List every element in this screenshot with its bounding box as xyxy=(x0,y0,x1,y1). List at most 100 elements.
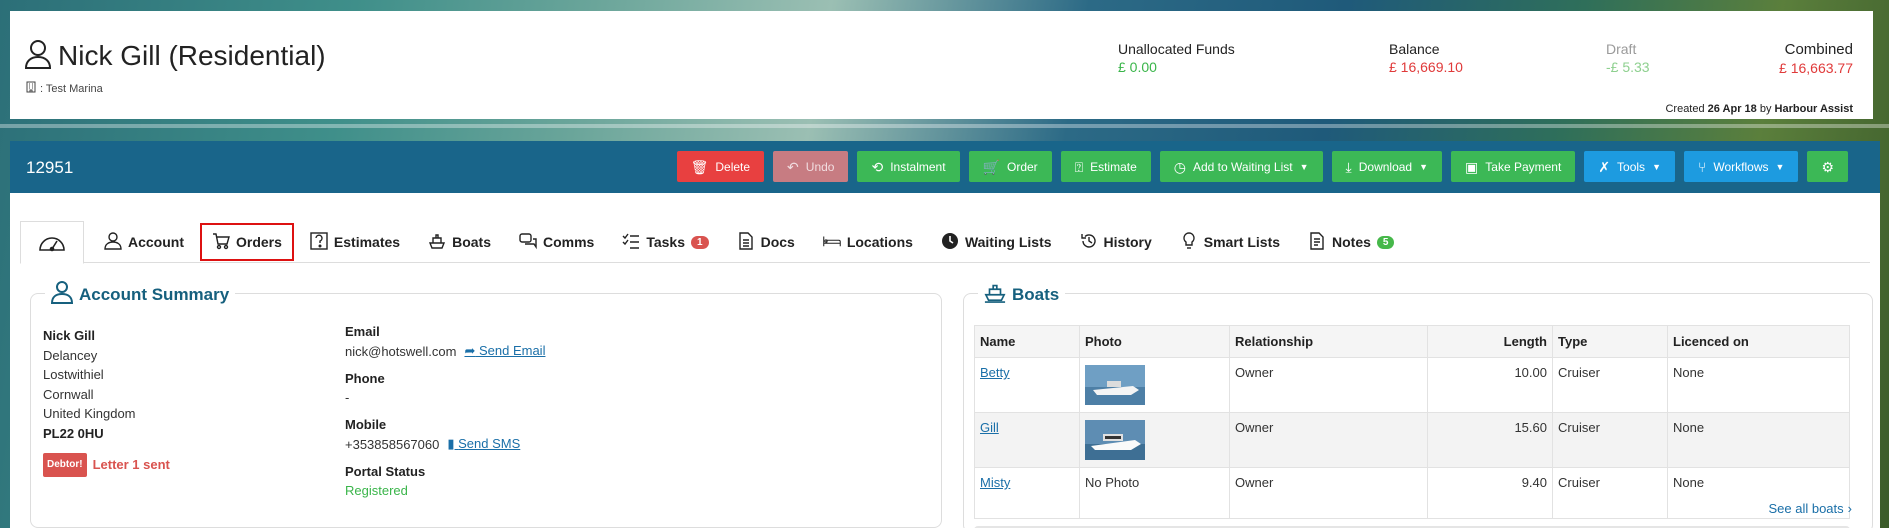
workflow-icon: ⑂ xyxy=(1697,158,1707,175)
document-icon xyxy=(737,231,755,253)
tools-button[interactable]: ✗ Tools ▼ xyxy=(1584,151,1675,182)
tab-notes[interactable]: Notes 5 xyxy=(1294,221,1408,263)
address-line: Delancey xyxy=(43,347,98,363)
workflows-label: Workflows xyxy=(1713,159,1769,174)
instalment-button[interactable]: ⟲ Instalment xyxy=(857,151,960,182)
boat-name-link[interactable]: Gill xyxy=(980,420,999,435)
tab-dashboard[interactable] xyxy=(20,221,84,264)
checklist-icon xyxy=(622,232,640,253)
tab-tasks[interactable]: Tasks 1 xyxy=(608,221,722,263)
marina-name: : Test Marina xyxy=(40,82,103,95)
cart-icon: 🛒 xyxy=(982,158,1000,175)
debtor-badge: Debtor! xyxy=(43,453,87,477)
created-info: Created 26 Apr 18 by Harbour Assist xyxy=(1665,103,1853,115)
settings-button[interactable]: ⚙ xyxy=(1807,151,1848,182)
mobile-phone-icon: ▮ xyxy=(447,436,455,451)
tab-docs[interactable]: Docs xyxy=(723,221,809,263)
boat-photo[interactable] xyxy=(1085,420,1145,460)
question-box-icon xyxy=(310,231,328,253)
created-by-prefix: by xyxy=(1759,103,1772,115)
wrench-icon: ✗ xyxy=(1598,158,1611,175)
boat-name-link[interactable]: Misty xyxy=(980,475,1010,490)
delete-label: Delete xyxy=(715,159,751,174)
tab-locations[interactable]: Locations xyxy=(809,221,927,263)
boat-photo[interactable] xyxy=(1085,365,1145,405)
balance-label: Balance xyxy=(1389,41,1440,57)
user-icon xyxy=(24,39,52,72)
question-box-icon: ⍰ xyxy=(1074,158,1084,175)
boats-title: Boats xyxy=(978,280,1066,309)
tab-account[interactable]: Account xyxy=(90,221,198,263)
address-line: United Kingdom xyxy=(43,406,136,421)
type-cell: Cruiser xyxy=(1552,412,1668,468)
tab-boats[interactable]: Boats xyxy=(414,221,505,263)
customer-name: Nick Gill (Residential) xyxy=(58,39,326,71)
relationship-cell: Owner xyxy=(1229,467,1428,519)
table-row: Gill Owner 15.60 Cruiser None xyxy=(974,412,1850,468)
building-icon xyxy=(26,81,36,96)
share-arrow-icon: ➦ xyxy=(464,343,476,358)
boat-photo-cell xyxy=(1079,412,1230,468)
column-header[interactable]: Type xyxy=(1552,325,1668,358)
relationship-cell: Owner xyxy=(1229,357,1428,413)
add-to-waiting-list-button[interactable]: ◷ Add to Waiting List ▼ xyxy=(1159,151,1323,182)
created-prefix: Created xyxy=(1665,103,1705,115)
debtor-status-row: Debtor! Letter 1 sent xyxy=(43,453,170,477)
draft: Draft -£ 5.33 xyxy=(1606,41,1650,75)
tab-estimates[interactable]: Estimates xyxy=(296,221,414,263)
undo-button[interactable]: ↶ Undo xyxy=(773,151,849,182)
phone-label: Phone xyxy=(345,371,385,386)
email-label: Email xyxy=(345,324,380,339)
take-payment-button[interactable]: ▣ Take Payment xyxy=(1451,151,1576,182)
main-panel: Account Orders Estimates Boats Comms Tas… xyxy=(10,193,1880,528)
mobile-row: +353858567060 ▮ Send SMS xyxy=(345,436,545,452)
tab-bar: Account Orders Estimates Boats Comms Tas… xyxy=(20,221,1870,264)
column-header[interactable]: Length xyxy=(1427,325,1553,358)
send-sms-link[interactable]: ▮ Send SMS xyxy=(447,436,520,452)
tab-label: Notes xyxy=(1332,234,1371,250)
column-header[interactable]: Relationship xyxy=(1229,325,1428,358)
table-header-row: Name Photo Relationship Length Type Lice… xyxy=(974,325,1850,358)
order-button[interactable]: 🛒 Order xyxy=(968,151,1052,182)
notes-icon xyxy=(1308,231,1326,253)
tab-label: Smart Lists xyxy=(1203,234,1281,250)
mobile-value: +353858567060 xyxy=(345,436,440,452)
email-row: nick@hotswell.com ➦ Send Email xyxy=(345,343,545,359)
undo-label: Undo xyxy=(805,159,835,174)
column-header[interactable]: Licenced on xyxy=(1667,325,1850,358)
customer-title: Nick Gill (Residential) xyxy=(24,39,326,72)
clock-icon: ◷ xyxy=(1173,158,1186,175)
ship-icon xyxy=(428,232,446,253)
table-row: Betty Owner 10.00 Cruiser None xyxy=(974,357,1850,413)
tab-label: Docs xyxy=(760,234,795,250)
boat-name-link[interactable]: Betty xyxy=(980,365,1010,380)
history-icon xyxy=(1080,232,1098,253)
boat-photo-cell: No Photo xyxy=(1079,467,1230,519)
column-header[interactable]: Photo xyxy=(1079,325,1230,358)
dashboard-gauge-icon xyxy=(37,228,67,257)
portal-status-value: Registered xyxy=(345,483,408,498)
tab-label: Tasks xyxy=(646,234,686,250)
combined-label: Combined xyxy=(1784,41,1853,58)
tab-label: Orders xyxy=(236,234,282,250)
tab-smart-lists[interactable]: Smart Lists xyxy=(1166,221,1294,263)
marina-row: : Test Marina xyxy=(26,81,103,96)
address-line: Cornwall xyxy=(43,386,94,402)
debtor-status: Letter 1 sent xyxy=(92,457,170,472)
estimate-button[interactable]: ⍰ Estimate xyxy=(1060,151,1151,182)
column-header[interactable]: Name xyxy=(974,325,1080,358)
created-date: 26 Apr 18 xyxy=(1707,103,1757,115)
unallocated-funds-label: Unallocated Funds xyxy=(1118,41,1235,57)
draft-label: Draft xyxy=(1606,41,1637,57)
tab-orders[interactable]: Orders xyxy=(198,221,296,263)
phone-value: - xyxy=(345,390,350,405)
tab-waiting-lists[interactable]: Waiting Lists xyxy=(927,221,1066,263)
see-all-boats-link[interactable]: See all boats › xyxy=(1768,501,1852,516)
send-email-link[interactable]: ➦ Send Email xyxy=(464,343,545,359)
delete-button[interactable]: 🗑 Delete xyxy=(676,151,765,182)
workflows-button[interactable]: ⑂ Workflows ▼ xyxy=(1683,151,1799,182)
download-button[interactable]: ⤓ Download ▼ xyxy=(1331,151,1443,182)
tab-history[interactable]: History xyxy=(1066,221,1166,263)
tab-comms[interactable]: Comms xyxy=(505,221,608,263)
undo-icon: ↶ xyxy=(787,158,799,175)
